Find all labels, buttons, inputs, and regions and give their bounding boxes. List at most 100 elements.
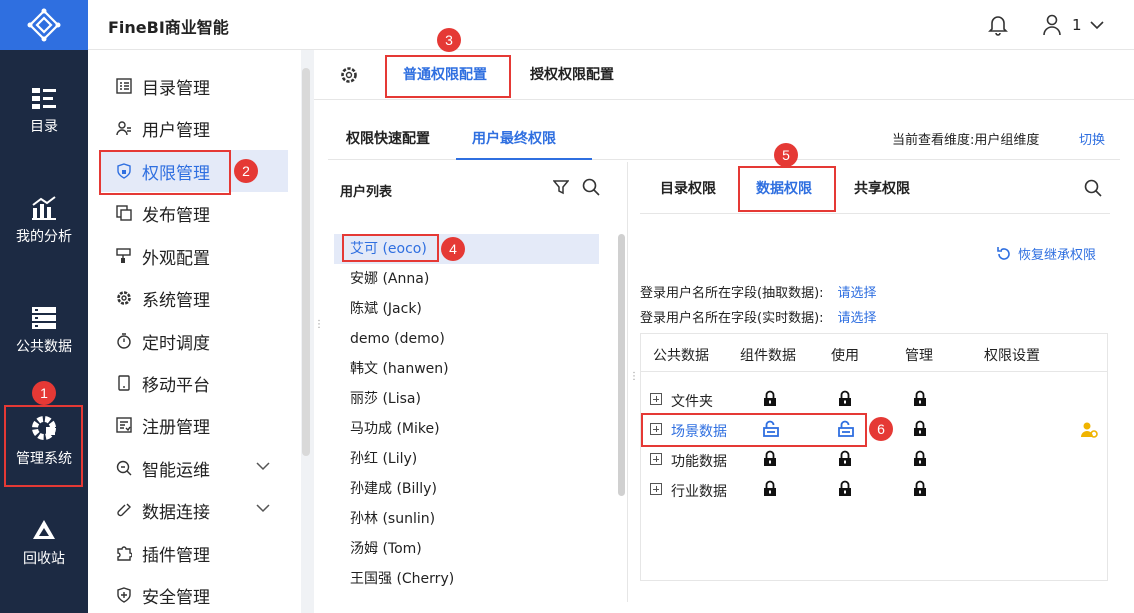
menu-item-catalog[interactable]: 目录管理 xyxy=(100,65,288,107)
annotation-box-5 xyxy=(738,166,836,212)
row-folder[interactable]: 文件夹 xyxy=(671,391,713,411)
user-row[interactable]: 孙林 (sunlin) xyxy=(334,504,599,534)
switch-link[interactable]: 切换 xyxy=(1079,129,1105,148)
lock-icon[interactable] xyxy=(913,450,927,467)
menu-item-ops[interactable]: 智能运维 xyxy=(100,447,288,489)
user-row[interactable]: 汤姆 (Tom) xyxy=(334,534,599,564)
menu-label: 注册管理 xyxy=(142,417,210,438)
menu-item-publish[interactable]: 发布管理 xyxy=(100,192,288,234)
tab-grant-permission[interactable]: 授权权限配置 xyxy=(530,64,614,84)
annotation-badge-6: 6 xyxy=(869,417,893,441)
tab-catalog-permission[interactable]: 目录权限 xyxy=(660,178,716,198)
user-list-title: 用户列表 xyxy=(340,185,393,200)
logo-icon xyxy=(27,8,61,42)
filter-icon[interactable] xyxy=(553,179,569,195)
lock-icon[interactable] xyxy=(913,390,927,407)
tab-quick-config[interactable]: 权限快速配置 xyxy=(346,128,430,148)
table-header: 公共数据 组件数据 使用 管理 权限设置 xyxy=(641,334,1107,372)
annotation-badge-1: 1 xyxy=(32,381,56,405)
annotation-badge-5: 5 xyxy=(774,143,798,167)
settings-icon[interactable] xyxy=(340,66,358,84)
col-public-data: 公共数据 xyxy=(653,348,709,364)
expand-icon[interactable] xyxy=(650,483,662,495)
user-row[interactable]: 王国强 (Cherry) xyxy=(334,564,599,594)
bell-icon[interactable] xyxy=(988,14,1008,36)
ops-icon xyxy=(116,460,132,476)
choose-realtime-link[interactable]: 请选择 xyxy=(838,311,877,326)
user-row[interactable]: 丽莎 (Lisa) xyxy=(334,384,599,414)
menu-item-security[interactable]: 安全管理 xyxy=(100,574,288,613)
menu-item-mobile[interactable]: 移动平台 xyxy=(100,362,288,404)
register-icon xyxy=(116,417,132,433)
plugin-icon xyxy=(117,546,132,561)
user-row[interactable]: 孙建成 (Billy) xyxy=(334,474,599,504)
user-icon xyxy=(1043,14,1061,36)
lock-icon[interactable] xyxy=(838,480,852,497)
tab-final-permission[interactable]: 用户最终权限 xyxy=(472,128,556,148)
rail-item-recycle[interactable]: 回收站 xyxy=(0,518,88,590)
tab-share-permission[interactable]: 共享权限 xyxy=(854,178,910,198)
annotation-badge-4: 4 xyxy=(441,237,465,261)
user-row[interactable]: 韩文 (hanwen) xyxy=(334,354,599,384)
menu-item-plugins[interactable]: 插件管理 xyxy=(100,532,288,574)
menu-item-register[interactable]: 注册管理 xyxy=(100,404,288,446)
lock-icon[interactable] xyxy=(838,450,852,467)
user-settings-icon[interactable] xyxy=(1080,421,1098,439)
expand-icon[interactable] xyxy=(650,453,662,465)
rail-item-analysis[interactable]: 我的分析 xyxy=(0,196,88,268)
user-row[interactable]: 孙红 (Lily) xyxy=(334,444,599,474)
row-industry-data[interactable]: 行业数据 xyxy=(671,481,727,501)
app-title: FineBI商业智能 xyxy=(108,18,229,37)
col-use: 使用 xyxy=(831,348,859,364)
menu-item-system[interactable]: 系统管理 xyxy=(100,277,288,319)
menu-item-schedule[interactable]: 定时调度 xyxy=(100,320,288,362)
menu-label: 智能运维 xyxy=(142,460,210,481)
menu-label: 移动平台 xyxy=(142,375,210,396)
lock-icon[interactable] xyxy=(838,390,852,407)
user-row[interactable]: 安娜 (Anna) xyxy=(334,264,599,294)
rail-label: 回收站 xyxy=(23,551,65,567)
publish-icon xyxy=(116,205,132,221)
menu-label: 系统管理 xyxy=(142,290,210,311)
lock-icon[interactable] xyxy=(763,450,777,467)
menu-scrollbar[interactable] xyxy=(302,68,310,456)
user-row[interactable]: 陈斌 (Jack) xyxy=(334,294,599,324)
dimension-label: 当前查看维度:用户组维度 xyxy=(892,133,1040,148)
menu-item-connection[interactable]: 数据连接 xyxy=(100,489,288,531)
user-menu[interactable]: 1 xyxy=(1042,14,1104,36)
menu-item-users[interactable]: 用户管理 xyxy=(100,107,288,149)
left-rail: 目录 我的分析 公共数据 管理系统 回收站 xyxy=(0,0,88,613)
gear-icon xyxy=(117,291,131,305)
expand-icon[interactable] xyxy=(650,393,662,405)
lock-icon[interactable] xyxy=(913,480,927,497)
menu-label: 数据连接 xyxy=(142,502,210,523)
content-area: 普通权限配置 授权权限配置 权限快速配置 用户最终权限 当前查看维度:用户组维度… xyxy=(314,50,1134,613)
field-realtime-label: 登录用户名所在字段(实时数据): xyxy=(640,311,824,326)
restore-label: 恢复继承权限 xyxy=(1018,248,1097,263)
lock-icon[interactable] xyxy=(763,480,777,497)
chevron-down-icon xyxy=(256,462,270,471)
rail-label: 目录 xyxy=(30,119,58,135)
user-name: 1 xyxy=(1072,16,1082,34)
row-function-data[interactable]: 功能数据 xyxy=(671,451,727,471)
menu-label: 插件管理 xyxy=(142,545,210,566)
lock-icon[interactable] xyxy=(913,420,927,437)
menu-label: 定时调度 xyxy=(142,333,210,354)
rail-item-catalog[interactable]: 目录 xyxy=(0,86,88,158)
menu-item-appearance[interactable]: 外观配置 xyxy=(100,235,288,277)
restore-inherit-button[interactable]: 恢复继承权限 xyxy=(996,244,1096,263)
resize-handle-left[interactable]: ⋮ xyxy=(314,320,324,340)
lock-icon[interactable] xyxy=(763,390,777,407)
annotation-box-6 xyxy=(641,413,867,447)
app-logo[interactable] xyxy=(0,0,88,50)
user-row[interactable]: 马功成 (Mike) xyxy=(334,414,599,444)
rail-item-public-data[interactable]: 公共数据 xyxy=(0,306,88,378)
rail-label: 我的分析 xyxy=(16,229,72,245)
search-icon[interactable] xyxy=(1084,179,1102,197)
user-icon xyxy=(116,121,131,136)
search-icon[interactable] xyxy=(582,178,600,196)
user-list-scrollbar[interactable] xyxy=(618,234,625,496)
choose-extract-link[interactable]: 请选择 xyxy=(838,286,877,301)
user-row[interactable]: demo (demo) xyxy=(334,324,599,354)
resize-handle-right[interactable]: ⋮ xyxy=(629,372,639,392)
